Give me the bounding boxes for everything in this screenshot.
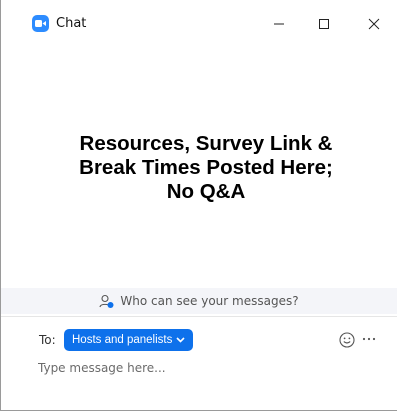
emoji-icon [339, 332, 355, 348]
privacy-text: Who can see your messages? [120, 294, 299, 308]
more-options-icon [362, 337, 376, 341]
zoom-camera-icon [32, 15, 49, 32]
more-options-button[interactable] [362, 333, 376, 349]
message-input[interactable] [38, 358, 378, 378]
announcement-line: Break Times Posted Here; [79, 156, 333, 179]
title-bar[interactable]: Chat [1, 0, 397, 48]
message-area[interactable]: Resources, Survey Link & Break Times Pos… [1, 48, 397, 288]
announcement-line: Resources, Survey Link & [79, 132, 333, 155]
to-label: To: [39, 333, 56, 347]
recipient-label: Hosts and panelists [72, 334, 173, 346]
window-title: Chat [56, 16, 87, 31]
emoji-button[interactable] [338, 331, 356, 349]
minimize-button[interactable] [264, 10, 294, 38]
minimize-icon [274, 23, 284, 25]
pinned-announcement: Resources, Survey Link & Break Times Pos… [31, 132, 381, 204]
close-icon [368, 18, 380, 30]
composer-divider [1, 316, 397, 317]
maximize-icon [319, 19, 329, 29]
privacy-bar[interactable]: Who can see your messages? [1, 288, 397, 314]
privacy-link[interactable]: Who can see your messages? [99, 294, 299, 309]
chevron-down-icon [176, 337, 185, 343]
user-visibility-icon [99, 294, 114, 308]
announcement-line: No Q&A [166, 180, 246, 203]
close-button[interactable] [359, 10, 389, 38]
chat-window: Chat Resources, Survey Link & Break Time… [0, 0, 397, 411]
maximize-button[interactable] [309, 10, 339, 38]
recipient-dropdown[interactable]: Hosts and panelists [64, 329, 194, 351]
